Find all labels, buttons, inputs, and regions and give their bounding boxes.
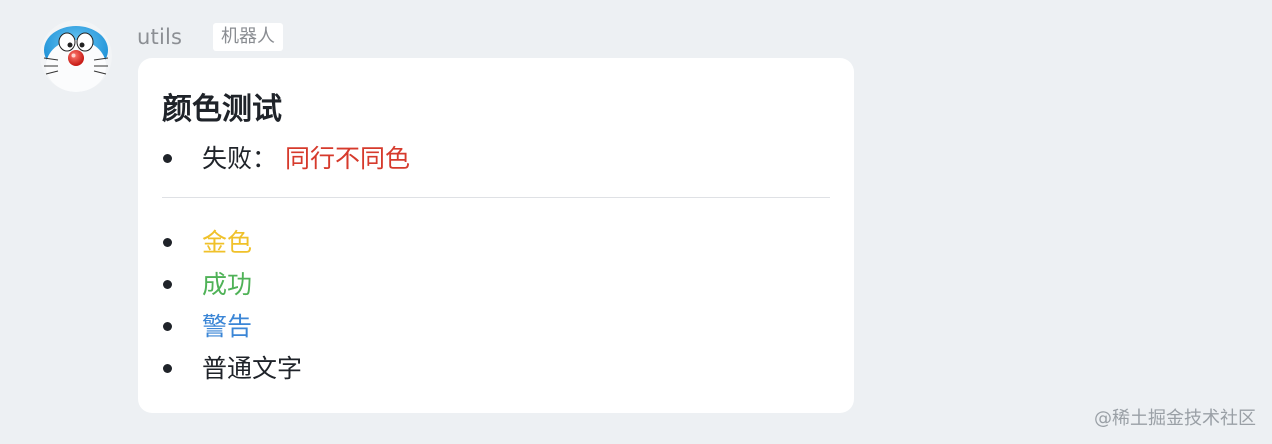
message-card: 颜色测试 失败： 同行不同色 金色 成功 警告 普通文字	[138, 58, 854, 413]
bullet-icon	[163, 364, 172, 373]
avatar[interactable]	[40, 20, 112, 92]
first-list: 失败： 同行不同色	[162, 138, 410, 180]
second-list: 金色 成功 警告 普通文字	[162, 222, 302, 390]
bot-badge: 机器人	[213, 23, 283, 51]
list-item: 警告	[162, 306, 302, 348]
card-title: 颜色测试	[162, 92, 282, 127]
sender-name[interactable]: utils	[137, 24, 182, 50]
list-item: 金色	[162, 222, 302, 264]
divider	[162, 197, 830, 198]
list-item-fail-text: 同行不同色	[284, 144, 410, 173]
watermark: @稀土掘金技术社区	[1094, 408, 1256, 429]
bullet-icon	[163, 280, 172, 289]
doraemon-avatar-icon	[40, 20, 112, 92]
bullet-icon	[163, 154, 172, 163]
list-item-prefix: 失败：	[202, 144, 278, 173]
list-item: 普通文字	[162, 348, 302, 390]
list-item-plain-text: 普通文字	[202, 354, 303, 383]
list-item: 成功	[162, 264, 302, 306]
bullet-icon	[163, 238, 172, 247]
list-item-warning-text: 警告	[202, 312, 253, 341]
list-item-gold-text: 金色	[202, 228, 253, 257]
list-item-success-text: 成功	[202, 270, 253, 299]
chat-page: utils 机器人 颜色测试 失败： 同行不同色 金色 成功 警告 普通文字 @…	[0, 0, 1272, 444]
bullet-icon	[163, 322, 172, 331]
list-item: 失败： 同行不同色	[162, 138, 410, 180]
